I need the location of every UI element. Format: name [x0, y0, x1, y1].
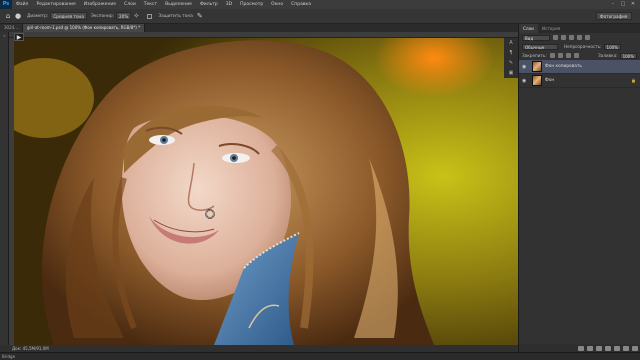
exposure-label: Экспонир:	[90, 13, 115, 19]
character-panel-icon[interactable]: A	[504, 38, 518, 48]
exposure-input[interactable]: 20%	[116, 12, 132, 20]
layer-thumbnail	[532, 61, 542, 72]
panel-dock: A ¶ ✎ ▣	[504, 38, 518, 78]
menu-type[interactable]: Текст	[140, 2, 161, 7]
play-icon[interactable]: ▶	[14, 33, 24, 41]
delete-layer-icon[interactable]	[632, 345, 638, 351]
airbrush-icon[interactable]: ✧	[131, 11, 141, 21]
lock-pixels-icon[interactable]	[557, 53, 563, 58]
panel-tabs: Слои История	[519, 24, 640, 33]
new-group-icon[interactable]	[614, 345, 620, 351]
menu-view[interactable]: Просмотр	[236, 2, 267, 7]
protect-tones-label: Защитить тона	[158, 13, 193, 19]
lock-row: Закрепить: Заливка: 100%	[519, 51, 640, 60]
paragraph-panel-icon[interactable]: ¶	[504, 48, 518, 58]
brush-preset-icon[interactable]: ●	[13, 11, 23, 21]
adjustment-layer-icon[interactable]	[605, 345, 611, 351]
menu-image[interactable]: Изображение	[80, 2, 120, 7]
layer-item[interactable]: ◉ Фон 🔒	[519, 74, 640, 88]
mini-bridge-strip[interactable]: Bridge	[0, 352, 640, 360]
filter-shape-icon[interactable]	[577, 35, 582, 40]
filter-kind-select[interactable]: Вид	[522, 34, 550, 41]
blend-row: Обычные Непрозрачность: 100%	[519, 42, 640, 51]
layer-style-icon[interactable]	[587, 345, 593, 351]
tab-document-1[interactable]: 3024...	[0, 24, 23, 32]
eye-icon[interactable]: ◉	[522, 64, 529, 70]
tab-document-2[interactable]: girl-at-room-1.psd @ 100% (Фон копироват…	[23, 24, 146, 32]
menu-layers[interactable]: Слои	[120, 2, 140, 7]
tab-layers[interactable]: Слои	[519, 24, 538, 33]
filter-smart-icon[interactable]	[585, 35, 590, 40]
options-bar: ⌂ ● Диаметр: Средняя тона Экспонир: 20% …	[0, 9, 640, 24]
tools-panel: »	[0, 32, 9, 345]
app-logo: Ps	[0, 0, 12, 9]
new-layer-icon[interactable]	[623, 345, 629, 351]
layers-panel: Слои История Вид Обычные Непрозрачность:…	[518, 24, 640, 352]
document-tabs: 3024... girl-at-room-1.psd @ 100% (Фон к…	[0, 24, 518, 32]
menu-filter[interactable]: Фильтр	[196, 2, 222, 7]
adjust-panel-icon[interactable]: ▣	[504, 68, 518, 78]
fill-input[interactable]: 100%	[619, 52, 637, 59]
menu-select[interactable]: Выделение	[161, 2, 196, 7]
filter-pixel-icon[interactable]	[553, 35, 558, 40]
opacity-input[interactable]: 100%	[603, 43, 621, 50]
mode-select[interactable]: Средняя тона	[50, 12, 87, 20]
menu-window[interactable]: Окно	[267, 2, 287, 7]
link-layers-icon[interactable]	[578, 345, 584, 351]
layer-item[interactable]: ◉ Фон копировать	[519, 60, 640, 74]
menu-bar: Ps Файл Редактирование Изображение Слои …	[0, 0, 640, 9]
eye-icon[interactable]: ◉	[522, 78, 529, 84]
layer-name: Фон копировать	[545, 64, 582, 69]
pressure-icon[interactable]: ✎	[195, 11, 205, 21]
portrait-photo	[14, 38, 518, 345]
layer-filter-row: Вид	[519, 33, 640, 42]
home-icon[interactable]: ⌂	[3, 11, 13, 21]
menu-help[interactable]: Справка	[287, 2, 315, 7]
menu-edit[interactable]: Редактирование	[32, 2, 79, 7]
blend-mode-select[interactable]: Обычные	[522, 43, 558, 50]
minimize-button[interactable]: –	[608, 0, 618, 9]
lock-transparent-icon[interactable]	[549, 53, 555, 58]
lock-position-icon[interactable]	[565, 53, 571, 58]
workspace-select[interactable]: Фотография	[596, 12, 632, 20]
layer-thumbnail	[532, 75, 542, 86]
lock-icon: 🔒	[631, 78, 636, 83]
protect-tones-checkbox[interactable]	[147, 13, 153, 19]
lock-all-icon[interactable]	[573, 53, 579, 58]
layers-panel-footer	[519, 344, 640, 352]
lock-label: Закрепить:	[522, 53, 547, 58]
status-bar: Док: 45,5M/91,0M	[0, 345, 518, 352]
tab-history[interactable]: История	[538, 24, 564, 33]
document-canvas[interactable]	[14, 38, 518, 345]
filter-adjust-icon[interactable]	[561, 35, 566, 40]
window-controls: – □ ✕	[608, 0, 638, 9]
menu-3d[interactable]: 3D	[222, 2, 236, 7]
filter-type-icon[interactable]	[569, 35, 574, 40]
brush-panel-icon[interactable]: ✎	[504, 58, 518, 68]
menu-file[interactable]: Файл	[12, 2, 32, 7]
diameter-label: Диаметр:	[27, 13, 49, 19]
collapse-arrows-icon[interactable]: »	[0, 32, 9, 39]
opacity-label: Непрозрачность:	[564, 44, 602, 49]
layer-name: Фон	[545, 78, 555, 83]
add-mask-icon[interactable]	[596, 345, 602, 351]
fill-label: Заливка:	[597, 53, 618, 58]
close-button[interactable]: ✕	[628, 0, 638, 9]
maximize-button[interactable]: □	[618, 0, 628, 9]
